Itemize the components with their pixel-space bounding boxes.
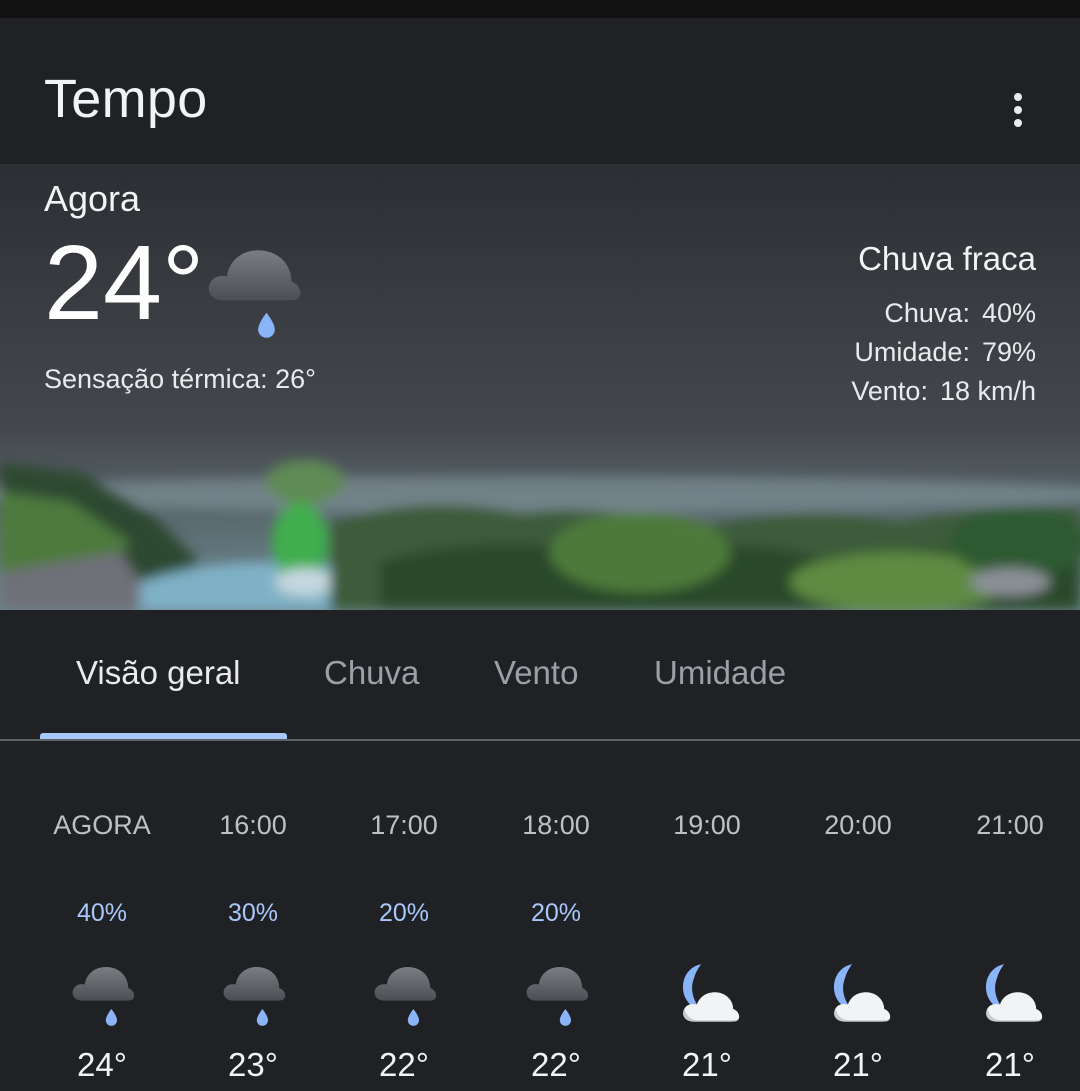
hour-item: AGORA 40% 24° [53, 810, 151, 1083]
tabs-divider [0, 739, 1080, 741]
hour-item: 20:00 21° [788, 742, 928, 1091]
hour-item: 21:00 21° [940, 742, 1080, 1091]
current-temperature: 24° [44, 224, 205, 342]
hour-item: 16:00 30% 23° [183, 742, 323, 1091]
app-title: Tempo [44, 69, 208, 129]
hour-item: 17:00 20% 22° [334, 742, 474, 1091]
hour-item: 18:00 20% 22° [486, 742, 626, 1091]
more-vert-icon [1014, 93, 1022, 101]
detail-rain: Chuva: 40% [884, 298, 1036, 328]
tab-bar: Visão geral Chuva Vento Umidade [0, 610, 1080, 742]
moon-cloud-icon [985, 964, 1043, 1022]
hourly-forecast[interactable]: AGORA 40% 24° 16:00 30% 23° 17:00 20% 22… [0, 742, 1080, 1091]
tab-humidity[interactable]: Umidade [654, 654, 786, 692]
weather-scene-image [0, 432, 1080, 610]
cloud-rain-icon [208, 250, 301, 338]
current-details: Chuva: 40% Umidade: 79% Vento: 18 km/h [851, 294, 1036, 411]
status-bar-strip [0, 0, 1080, 18]
detail-humidity: Umidade: 79% [854, 337, 1036, 367]
more-options-button[interactable] [998, 90, 1038, 130]
app-bar: Tempo [0, 18, 1080, 164]
condition-text: Chuva fraca [858, 240, 1036, 277]
detail-wind: Vento: 18 km/h [851, 376, 1036, 406]
cloud-rain-icon [526, 967, 589, 1026]
cloud-rain-icon [223, 967, 286, 1026]
moon-cloud-icon [833, 964, 891, 1022]
tab-rain[interactable]: Chuva [324, 654, 419, 692]
tab-overview[interactable]: Visão geral [76, 654, 241, 692]
cloud-rain-icon [72, 967, 135, 1026]
moon-cloud-icon [682, 964, 740, 1022]
hour-item: 19:00 21° [637, 742, 777, 1091]
cloud-rain-icon [374, 967, 437, 1026]
now-label: Agora [44, 178, 141, 219]
feels-like: Sensação térmica: 26° [44, 364, 316, 394]
tab-wind[interactable]: Vento [494, 654, 578, 692]
current-conditions: Agora 24° Sensação térmica: 26° Chuva fr… [0, 164, 1080, 432]
